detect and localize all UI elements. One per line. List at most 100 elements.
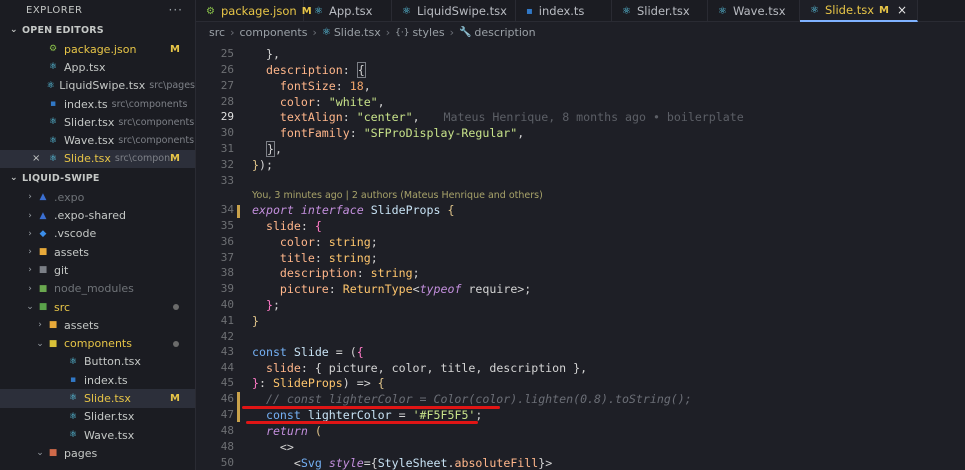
tab-slider-tsx[interactable]: ⚛ Slider.tsx (612, 0, 708, 22)
folder-icon: ■ (48, 320, 58, 331)
line-number: 31 (220, 142, 234, 155)
code-line-48: return ( (265, 424, 322, 438)
project-label: LIQUID-SWIPE (22, 172, 100, 184)
tree-item-label: .expo (54, 190, 85, 204)
react-icon: ⚛ (68, 430, 78, 441)
line-number: 43 (220, 345, 234, 358)
chevron-down-icon: ⌄ (10, 173, 18, 184)
tab-index-ts[interactable]: ▪ index.ts (516, 0, 612, 22)
line-number: 33 (220, 174, 234, 187)
open-editor-item[interactable]: ⚛ LiquidSwipe.tsx src\pages (0, 77, 195, 95)
close-icon[interactable]: × (32, 153, 40, 164)
file-name: package.json (64, 42, 137, 56)
tab-liquidswipe-tsx[interactable]: ⚛ LiquidSwipe.tsx (392, 0, 516, 22)
project-section[interactable]: ⌄ LIQUID-SWIPE (0, 168, 195, 188)
tree-item[interactable]: › ■ assets (0, 316, 195, 334)
open-editors-section[interactable]: ⌄ OPEN EDITORS (0, 20, 195, 40)
code-line-26: description: { (265, 62, 366, 78)
tab-wave-tsx[interactable]: ⚛ Wave.tsx (708, 0, 800, 22)
line-number: 47 (220, 408, 234, 421)
react-icon: ⚛ (48, 135, 58, 146)
expo-folder-icon: ▲ (39, 192, 47, 203)
react-icon: ⚛ (68, 393, 78, 404)
code-line-27: fontSize: 18, (279, 79, 371, 93)
tab-app-tsx[interactable]: ⚛ App.tsx (304, 0, 392, 22)
tree-item[interactable]: ⚛ Button.tsx (0, 353, 195, 371)
tab-label: Slider.tsx (636, 4, 690, 18)
chevron-down-icon: ⌄ (10, 25, 18, 35)
tree-item[interactable]: ⌄ ■ components (0, 334, 195, 352)
tab-label: App.tsx (328, 4, 373, 18)
json-icon: ⚙ (206, 5, 215, 17)
tab-slide-tsx[interactable]: ⚛ Slide.tsx M × (800, 0, 919, 22)
react-icon: ⚛ (68, 356, 78, 367)
tree-item[interactable]: ⚛ Slide.tsx M (0, 389, 195, 408)
explorer-sidebar: EXPLORER ··· ⌄ OPEN EDITORS ⚙ package.jso… (0, 0, 196, 470)
tree-item[interactable]: › ▲ .expo-shared (0, 206, 195, 224)
breadcrumb-components[interactable]: components (239, 26, 307, 39)
braces-icon: {⋅} (395, 27, 410, 38)
open-editor-item[interactable]: ⚛ Slider.tsx src\components (0, 113, 195, 131)
annotation-underline (246, 421, 478, 424)
code-line-32: }); (252, 158, 273, 172)
tree-item-label: node_modules (54, 282, 134, 296)
tree-item-label: .expo-shared (54, 209, 126, 223)
breadcrumb-file[interactable]: Slide.tsx (334, 26, 381, 39)
inline-blame: Mateus Henrique, 8 months ago • boilerpl… (443, 110, 744, 124)
code-line-41: } (252, 314, 259, 328)
line-number: 48 (220, 424, 234, 437)
typescript-icon: ▪ (49, 99, 57, 110)
tab-label: package.json (220, 4, 297, 18)
wrench-icon: 🔧 (458, 27, 472, 38)
tree-item[interactable]: › ◆ .vscode (0, 225, 195, 243)
line-number: 46 (220, 392, 234, 405)
breadcrumb-styles[interactable]: styles (412, 26, 444, 39)
tree-item[interactable]: › ■ assets (0, 243, 195, 261)
explorer-header: EXPLORER ··· (0, 0, 195, 20)
open-editor-item[interactable]: ⚛ App.tsx (0, 58, 195, 76)
react-icon: ⚛ (321, 27, 331, 38)
more-actions-icon[interactable]: ··· (169, 3, 183, 17)
expo-folder-icon: ▲ (39, 210, 47, 221)
code-editor[interactable]: 25 26 27 28 29 30 31 32 33 34 35 36 37 38 39 40 41 42 43 44… (196, 43, 965, 470)
code-line-45: }: SlideProps) => { (252, 376, 385, 390)
line-number: 34 (220, 203, 234, 216)
chevron-down-icon: ⌄ (36, 338, 44, 349)
tree-item[interactable]: ⚛ Slider.tsx (0, 408, 195, 426)
tab-label: Wave.tsx (732, 4, 786, 18)
code-line-43: const Slide = ({ (252, 345, 364, 359)
tree-item-label: git (54, 263, 69, 277)
code-line-50: <Svg style={StyleSheet.absoluteFill}> (293, 456, 553, 470)
annotation-underline (242, 406, 500, 409)
open-editor-item[interactable]: ⚙ package.json M (0, 40, 195, 58)
code-line-29: textAlign: "center", Mateus Henrique, 8 m… (279, 110, 744, 124)
tree-item[interactable]: › ■ git (0, 261, 195, 279)
code-line-28: color: "white", (279, 95, 385, 109)
line-number: 30 (220, 126, 234, 139)
tree-item[interactable]: ⚛ Wave.tsx (0, 426, 195, 444)
line-number: 37 (220, 251, 234, 264)
tree-item[interactable]: ⌄ ■ src (0, 298, 195, 316)
tree-item[interactable]: ▪ index.ts (0, 371, 195, 389)
modified-dot (173, 304, 179, 310)
node-folder-icon: ■ (38, 283, 48, 294)
line-number: 38 (220, 266, 234, 279)
open-editor-item[interactable]: × ⚛ Slide.tsx src\compon... M (0, 149, 195, 169)
tree-item[interactable]: ⌄ ■ pages (0, 444, 195, 462)
codelens-authors[interactable]: You, 3 minutes ago | 2 authors (Mateus H… (252, 190, 543, 201)
close-icon[interactable]: × (897, 3, 907, 17)
code-line-44: slide: { picture, color, title, descript… (265, 361, 588, 375)
chevron-down-icon: ⌄ (36, 448, 44, 459)
tree-item-label: Wave.tsx (84, 428, 135, 442)
open-editor-item[interactable]: ⚛ Wave.tsx src\components (0, 131, 195, 149)
breadcrumb-src[interactable]: src (209, 26, 225, 39)
tree-item[interactable]: › ▲ .expo (0, 188, 195, 206)
vscode-folder-icon: ◆ (39, 228, 47, 239)
tree-item[interactable]: › ■ node_modules (0, 280, 195, 298)
line-number: 36 (220, 235, 234, 248)
breadcrumb-description[interactable]: description (474, 26, 535, 39)
tab-package-json[interactable]: ⚙ package.json M (196, 0, 312, 22)
code-line-35: slide: { (265, 219, 322, 233)
open-editor-item[interactable]: ▪ index.ts src\components (0, 95, 195, 113)
line-number: 42 (220, 330, 234, 343)
